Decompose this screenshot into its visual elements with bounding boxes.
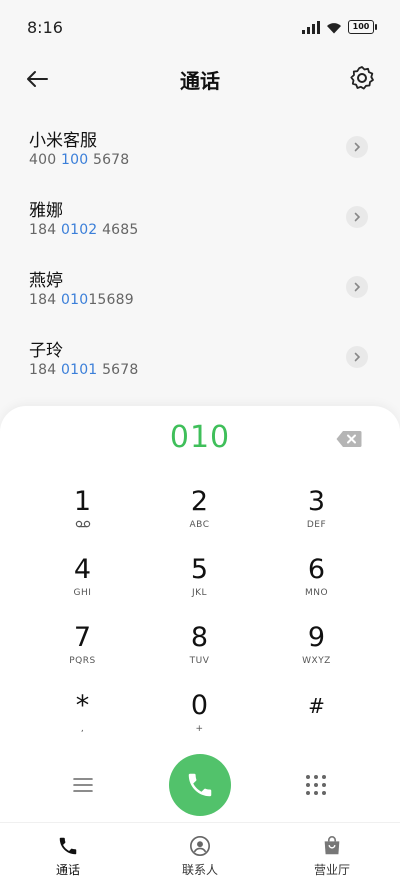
key-8[interactable]: 8 TUV bbox=[141, 622, 258, 682]
key-7[interactable]: 7 PQRS bbox=[24, 622, 141, 682]
key-letters: PQRS bbox=[69, 656, 96, 666]
contact-number: 400 100 5678 bbox=[29, 152, 130, 168]
status-icons: 100 bbox=[302, 20, 377, 34]
tab-label: 通话 bbox=[55, 863, 80, 877]
key-letters: WXYZ bbox=[302, 656, 331, 666]
key-digit: 4 bbox=[73, 554, 92, 585]
key-9[interactable]: 9 WXYZ bbox=[258, 622, 375, 682]
contact-row[interactable]: 子玲 184 0101 5678 bbox=[0, 322, 400, 392]
contact-name: 雅娜 bbox=[29, 201, 63, 221]
contact-number: 184 0102 4685 bbox=[29, 222, 139, 238]
backspace-icon[interactable] bbox=[336, 430, 362, 448]
key-letters: + bbox=[195, 724, 204, 734]
bag-icon bbox=[324, 836, 340, 855]
page-title: 通话 bbox=[180, 69, 220, 93]
key-4[interactable]: 4 GHI bbox=[24, 554, 141, 614]
tab-label: 联系人 bbox=[181, 863, 218, 877]
gear-icon[interactable] bbox=[348, 64, 376, 92]
phone-icon bbox=[188, 773, 212, 797]
contact-icon bbox=[190, 836, 210, 856]
key-digit: 8 bbox=[190, 622, 209, 653]
key-6[interactable]: 6 MNO bbox=[258, 554, 375, 614]
key-digit: 7 bbox=[73, 622, 92, 653]
status-time: 8:16 bbox=[27, 18, 63, 37]
contact-name: 子玲 bbox=[29, 341, 63, 361]
header: 通话 bbox=[0, 56, 400, 102]
key-hash[interactable]: # bbox=[258, 690, 375, 750]
key-digit: # bbox=[308, 694, 325, 718]
dialpad-icon[interactable] bbox=[304, 773, 328, 797]
key-5[interactable]: 5 JKL bbox=[141, 554, 258, 614]
tab-contacts[interactable]: 联系人 bbox=[150, 835, 250, 878]
contact-row[interactable]: 燕婷 184 01015689 bbox=[0, 252, 400, 322]
key-digit: 5 bbox=[190, 554, 209, 585]
key-3[interactable]: 3 DEF bbox=[258, 486, 375, 546]
menu-icon[interactable] bbox=[72, 776, 94, 794]
key-letters: TUV bbox=[189, 656, 210, 666]
key-letters: GHI bbox=[73, 588, 92, 598]
battery-level: 100 bbox=[352, 22, 370, 31]
dialer-panel: 010 1 2 ABC 3 DEF 4 GHI 5 JKL 6 MNO 7 PQ… bbox=[0, 406, 400, 889]
chevron-right-icon[interactable] bbox=[346, 136, 368, 158]
key-digit: 2 bbox=[190, 486, 209, 517]
status-bar: 8:16 100 bbox=[0, 0, 400, 56]
contact-row[interactable]: 小米客服 400 100 5678 bbox=[0, 112, 400, 182]
key-letters: , bbox=[80, 724, 85, 734]
phone-icon bbox=[59, 837, 77, 855]
chevron-right-icon[interactable] bbox=[346, 206, 368, 228]
key-letters: ABC bbox=[189, 520, 210, 530]
tab-label: 营业厅 bbox=[313, 863, 350, 877]
contact-name: 燕婷 bbox=[29, 271, 63, 291]
tab-bar: 通话 联系人 营业厅 bbox=[0, 822, 400, 889]
key-digit: * bbox=[75, 690, 90, 721]
dialer-actions bbox=[0, 751, 400, 821]
key-2[interactable]: 2 ABC bbox=[141, 486, 258, 546]
contact-number: 184 0101 5678 bbox=[29, 362, 139, 378]
battery-icon: 100 bbox=[348, 20, 377, 34]
chevron-right-icon[interactable] bbox=[346, 346, 368, 368]
contact-list: 小米客服 400 100 5678 雅娜 184 0102 4685 燕婷 18… bbox=[0, 112, 400, 392]
contact-number: 184 01015689 bbox=[29, 292, 134, 308]
key-star[interactable]: * , bbox=[24, 690, 141, 750]
key-digit: 9 bbox=[307, 622, 326, 653]
contact-row[interactable]: 雅娜 184 0102 4685 bbox=[0, 182, 400, 252]
call-button[interactable] bbox=[169, 754, 231, 816]
key-digit: 3 bbox=[307, 486, 326, 517]
contact-name: 小米客服 bbox=[29, 131, 97, 151]
voicemail-icon bbox=[24, 520, 141, 532]
key-letters: JKL bbox=[191, 588, 208, 598]
key-1[interactable]: 1 bbox=[24, 486, 141, 546]
key-0[interactable]: 0 + bbox=[141, 690, 258, 750]
key-digit: 0 bbox=[190, 690, 209, 721]
key-digit: 6 bbox=[307, 554, 326, 585]
key-letters: MNO bbox=[304, 588, 329, 598]
wifi-icon bbox=[327, 22, 341, 33]
chevron-right-icon[interactable] bbox=[346, 276, 368, 298]
signal-icon bbox=[302, 20, 320, 34]
tab-calls[interactable]: 通话 bbox=[18, 835, 118, 878]
key-letters bbox=[258, 724, 375, 736]
key-letters: DEF bbox=[306, 520, 327, 530]
tab-store[interactable]: 营业厅 bbox=[282, 835, 382, 878]
key-digit: 1 bbox=[73, 486, 92, 517]
